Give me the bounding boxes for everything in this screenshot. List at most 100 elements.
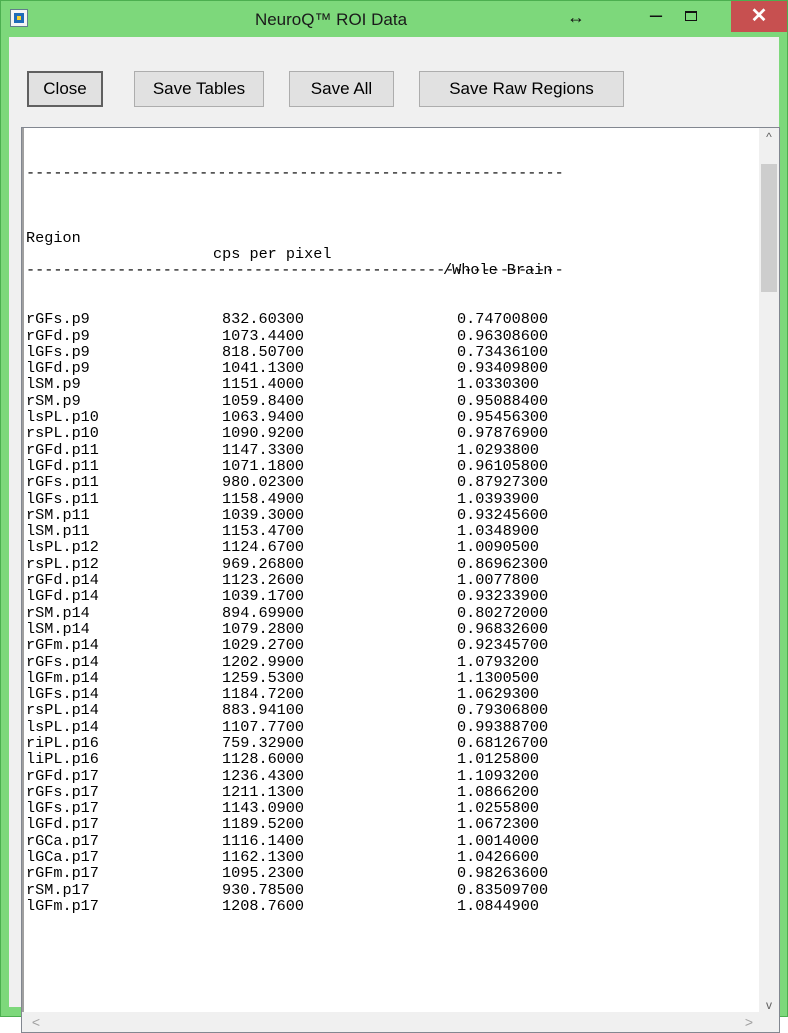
cps-per-pixel-cell: 1158.4900: [222, 489, 305, 508]
table-row: lGFs.p17 1143.0900 1.0255800: [26, 799, 754, 818]
cps-per-pixel-cell: 1128.6000: [222, 750, 305, 769]
cps-per-pixel-cell: 930.78500: [222, 880, 305, 899]
table-row: lGFs.p11 1158.4900 1.0393900: [26, 489, 754, 508]
vertical-scroll-thumb[interactable]: [761, 164, 777, 292]
whole-brain-ratio-cell: 0.74700800: [457, 310, 549, 329]
whole-brain-ratio-cell: 1.0255800: [457, 799, 540, 818]
table-row: lsPL.p10 1063.9400 0.95456300: [26, 408, 754, 427]
whole-brain-ratio-cell: 0.95456300: [457, 408, 549, 427]
table-row: rGFs.p11 980.02300 0.87927300: [26, 473, 754, 492]
region-cell: rsPL.p12: [26, 554, 99, 573]
roi-text-area[interactable]: ----------------------------------------…: [21, 127, 780, 1033]
whole-brain-ratio-cell: 0.86962300: [457, 554, 549, 573]
table-row: rGFd.p14 1123.2600 1.0077800: [26, 571, 754, 590]
close-button[interactable]: Close: [27, 71, 103, 107]
horizontal-scrollbar[interactable]: < >: [22, 1012, 779, 1032]
table-row: lGFm.p14 1259.5300 1.1300500: [26, 668, 754, 687]
whole-brain-ratio-cell: 0.98263600: [457, 864, 549, 883]
scroll-left-arrow-icon[interactable]: <: [26, 1012, 46, 1032]
table-row: rGFs.p17 1211.1300 1.0866200: [26, 782, 754, 801]
region-cell: rSM.p17: [26, 880, 90, 899]
roi-data-window: NeuroQ™ ROI Data ↔ – ✕ Close Save Tables…: [0, 0, 788, 1033]
region-cell: rGFs.p14: [26, 652, 99, 671]
whole-brain-ratio-cell: 1.0844900: [457, 896, 540, 915]
region-cell: rSM.p9: [26, 391, 81, 410]
cps-per-pixel-cell: 1079.2800: [222, 619, 305, 638]
region-cell: rSM.p14: [26, 603, 90, 622]
whole-brain-ratio-cell: 0.73436100: [457, 342, 549, 361]
whole-brain-ratio-cell: 1.0090500: [457, 538, 540, 557]
table-row: rSM.p17 930.78500 0.83509700: [26, 880, 754, 899]
cps-per-pixel-cell: 1211.1300: [222, 782, 305, 801]
table-row: lSM.p9 1151.4000 1.0330300: [26, 375, 754, 394]
dash-separator: ----------------------------------------…: [26, 261, 564, 280]
region-cell: lSM.p11: [26, 522, 90, 541]
table-row: lGCa.p17 1162.1300 1.0426600: [26, 848, 754, 867]
table-row: rGFd.p9 1073.4400 0.96308600: [26, 326, 754, 345]
cps-per-pixel-cell: 1090.9200: [222, 424, 305, 443]
maximize-button[interactable]: [685, 11, 697, 21]
title-bar[interactable]: NeuroQ™ ROI Data ↔ – ✕: [1, 1, 787, 37]
cps-per-pixel-cell: 1208.7600: [222, 896, 305, 915]
scroll-right-arrow-icon[interactable]: >: [739, 1012, 759, 1032]
cps-per-pixel-cell: 883.94100: [222, 701, 305, 720]
region-cell: lGFs.p17: [26, 799, 99, 818]
cps-per-pixel-cell: 1153.4700: [222, 522, 305, 541]
region-cell: liPL.p16: [26, 750, 99, 769]
whole-brain-ratio-cell: 1.1300500: [457, 668, 540, 687]
table-row: rGFd.p11 1147.3300 1.0293800: [26, 440, 754, 459]
scroll-up-arrow-icon[interactable]: ^: [759, 128, 779, 146]
save-raw-regions-button[interactable]: Save Raw Regions: [419, 71, 624, 107]
table-row: liPL.p16 1128.6000 1.0125800: [26, 750, 754, 769]
window-title: NeuroQ™ ROI Data: [254, 10, 408, 29]
cps-per-pixel-cell: 1073.4400: [222, 326, 305, 345]
cps-per-pixel-cell: 1124.6700: [222, 538, 305, 557]
table-row: rGFs.p14 1202.9900 1.0793200: [26, 652, 754, 671]
region-cell: lGFd.p9: [26, 359, 90, 378]
client-area: Close Save Tables Save All Save Raw Regi…: [9, 37, 780, 1033]
whole-brain-ratio-cell: 1.0330300: [457, 375, 540, 394]
cps-per-pixel-cell: 1202.9900: [222, 652, 305, 671]
cps-per-pixel-cell: 1151.4000: [222, 375, 305, 394]
whole-brain-ratio-cell: 0.93245600: [457, 505, 549, 524]
table-row: lsPL.p12 1124.6700 1.0090500: [26, 538, 754, 557]
cps-per-pixel-cell: 759.32900: [222, 733, 305, 752]
region-cell: rGFs.p17: [26, 782, 99, 801]
cps-per-pixel-cell: 1029.2700: [222, 636, 305, 655]
save-all-button[interactable]: Save All: [289, 71, 394, 107]
close-window-button[interactable]: ✕: [731, 1, 787, 32]
region-cell: lGFd.p11: [26, 456, 99, 475]
cps-per-pixel-cell: 1059.8400: [222, 391, 305, 410]
table-row: lGFs.p9 818.50700 0.73436100: [26, 342, 754, 361]
cps-per-pixel-cell: 980.02300: [222, 473, 305, 492]
save-tables-button[interactable]: Save Tables: [134, 71, 264, 107]
table-row: lGFd.p17 1189.5200 1.0672300: [26, 816, 754, 833]
minimize-button[interactable]: –: [642, 4, 670, 29]
cps-per-pixel-cell: 1236.4300: [222, 766, 305, 785]
cps-per-pixel-cell: 1063.9400: [222, 408, 305, 427]
table-row: riPL.p16 759.32900 0.68126700: [26, 733, 754, 752]
region-cell: lGFm.p17: [26, 896, 99, 915]
cps-per-pixel-cell: 1095.2300: [222, 864, 305, 883]
table-row: rsPL.p10 1090.9200 0.97876900: [26, 424, 754, 443]
whole-brain-ratio-cell: 0.96308600: [457, 326, 549, 345]
dash-separator: ----------------------------------------…: [26, 163, 564, 182]
region-cell: rSM.p11: [26, 505, 90, 524]
table-row: lGFd.p14 1039.1700 0.93233900: [26, 588, 754, 605]
region-cell: rGFd.p9: [26, 326, 90, 345]
region-cell: lsPL.p10: [26, 408, 99, 427]
whole-brain-ratio-cell: 0.87927300: [457, 473, 549, 492]
region-cell: lGCa.p17: [26, 848, 99, 867]
vertical-scrollbar[interactable]: ^ v: [759, 128, 779, 1014]
table-row: lGFd.p11 1071.1800 0.96105800: [26, 456, 754, 475]
table-row: rSM.p9 1059.8400 0.95088400: [26, 391, 754, 410]
region-cell: rGFd.p14: [26, 571, 99, 590]
whole-brain-ratio-cell: 1.0426600: [457, 848, 540, 867]
whole-brain-ratio-cell: 1.0793200: [457, 652, 540, 671]
whole-brain-ratio-cell: 1.0293800: [457, 440, 540, 459]
table-body: rGFs.p9 832.60300 0.74700800 rGFd.p9 1073.44…: [26, 311, 754, 914]
whole-brain-ratio-cell: 1.0348900: [457, 522, 540, 541]
cps-per-pixel-cell: 818.50700: [222, 342, 305, 361]
whole-brain-ratio-cell: 1.0077800: [457, 571, 540, 590]
table-row: lSM.p11 1153.4700 1.0348900: [26, 522, 754, 541]
